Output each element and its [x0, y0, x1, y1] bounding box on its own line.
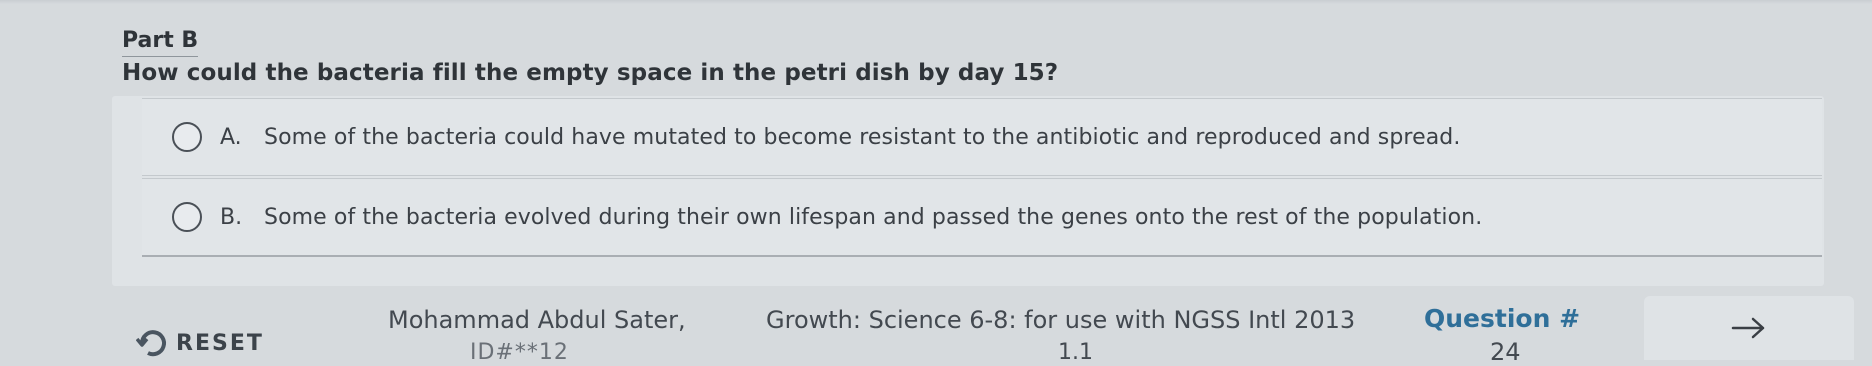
arrow-right-icon [1731, 317, 1765, 339]
footer-bar: RESET Mohammad Abdul Sater, Growth: Scie… [0, 292, 1872, 366]
part-label: Part B [122, 28, 199, 57]
top-divider [0, 0, 1872, 4]
option-a[interactable]: A. Some of the bacteria could have mutat… [142, 98, 1822, 176]
question-number-label: Question # [1424, 304, 1581, 333]
next-button[interactable] [1644, 296, 1854, 360]
question-prompt: How could the bacteria fill the empty sp… [122, 60, 1059, 86]
option-b[interactable]: B. Some of the bacteria evolved during t… [142, 178, 1822, 257]
book-title: Growth: Science 6-8: for use with NGSS I… [766, 306, 1356, 334]
reset-button[interactable]: RESET [136, 328, 264, 358]
item-id: ID#**12 [470, 340, 569, 365]
question-number: 24 [1490, 338, 1521, 366]
version-number: 1.1 [1058, 340, 1093, 365]
option-letter: A. [220, 124, 242, 150]
refresh-icon [136, 330, 166, 357]
radio-button-b[interactable] [172, 202, 202, 232]
radio-button-a[interactable] [172, 122, 202, 152]
reset-label: RESET [176, 330, 264, 356]
option-text: Some of the bacteria could have mutated … [264, 124, 1461, 150]
answer-options: A. Some of the bacteria could have mutat… [112, 96, 1824, 286]
author-name: Mohammad Abdul Sater, [388, 306, 686, 334]
option-letter: B. [220, 204, 243, 230]
option-text: Some of the bacteria evolved during thei… [264, 204, 1483, 230]
